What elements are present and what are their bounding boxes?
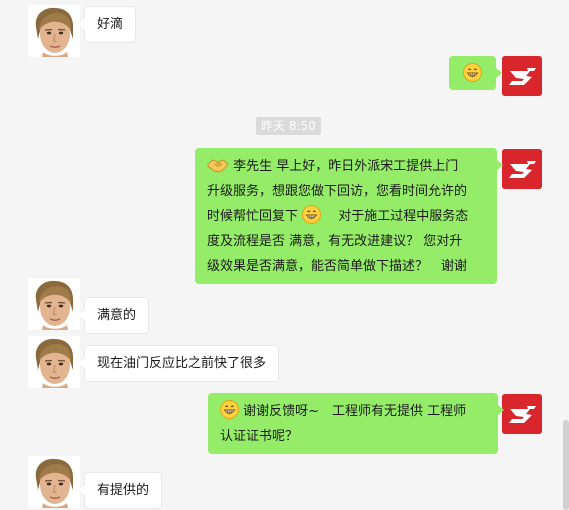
outgoing-emoji-bubble[interactable] [449,56,502,90]
agent-avatar[interactable] [502,56,542,96]
message-line: 度及流程是否 满意，有无改进建议？ 您对升 [207,234,463,249]
customer-avatar[interactable] [28,278,80,330]
grinning-emoji-icon [463,63,482,82]
message-text: 现在油门反应比之前快了很多 [97,356,267,371]
incoming-message-bubble[interactable]: 满意的 [78,297,150,334]
message-line: 谢谢反馈呀~ 工程师有无提供 工程师 [220,399,488,424]
customer-avatar[interactable] [28,336,80,388]
message-line: 认证证书呢？ [220,429,299,444]
outgoing-message-bubble[interactable]: 李先生 早上好，昨日外派宋工提供上门 升级服务，想跟您做下回访，您看时间允许的 … [195,148,503,284]
message-text: 谢谢反馈呀~ 工程师有无提供 工程师 [243,404,467,419]
customer-avatar[interactable] [28,456,80,508]
scrollbar-thumb[interactable] [563,420,569,510]
agent-avatar[interactable] [502,149,542,189]
message-text: 满意的 [97,308,137,323]
agent-avatar[interactable] [502,394,542,434]
outgoing-message-bubble[interactable]: 谢谢反馈呀~ 工程师有无提供 工程师 认证证书呢？ [208,393,504,454]
message-text: 好滴 [97,17,124,32]
message-text: 时候帮忙回复下 [207,209,299,224]
message-text: 对于施工过程中服务态 [325,209,469,224]
incoming-message-bubble[interactable]: 有提供的 [78,472,163,509]
incoming-message-bubble[interactable]: 现在油门反应比之前快了很多 [78,345,280,382]
message-line: 升级服务，想跟您做下回访，您看时间允许的 [207,184,468,199]
message-line: 级效果是否满意，能否简单做下描述？ 谢谢 [207,259,468,274]
incoming-message-bubble[interactable]: 好滴 [78,6,137,43]
message-line: 时候帮忙回复下 对于施工过程中服务态 [207,204,487,229]
customer-avatar[interactable] [28,5,80,57]
message-line: 李先生 早上好，昨日外派宋工提供上门 [207,154,487,179]
grinning-emoji-icon [220,400,239,419]
grinning-emoji-icon [302,205,322,224]
chat-message-list[interactable]: 好滴 昨天 8:50 李先生 早上好，昨日外派宋工提供上门 升级服务，想跟您做下… [0,0,569,510]
message-text: 有提供的 [97,483,150,498]
message-text: 李先生 早上好，昨日外派宋工提供上门 [233,159,459,174]
handshake-emoji-icon [207,159,229,173]
message-timestamp: 昨天 8:50 [256,117,321,135]
